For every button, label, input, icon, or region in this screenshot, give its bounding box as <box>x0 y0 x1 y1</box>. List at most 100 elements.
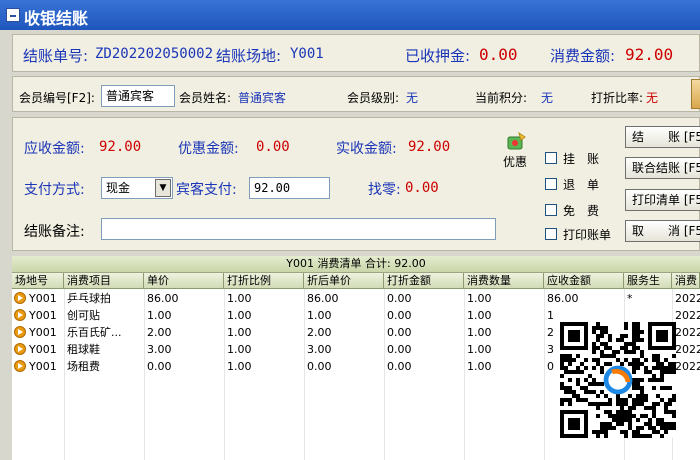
col-header-receivable[interactable]: 应收金额 <box>544 273 624 289</box>
cell-site: Y001 <box>29 292 57 305</box>
cell-discount-amount: 0.00 <box>387 343 412 356</box>
site-value: Y001 <box>290 46 324 62</box>
member-level-label: 会员级别: <box>347 91 400 105</box>
cell-consume-time: 2022 <box>675 360 700 373</box>
cell-discount-ratio: 1.00 <box>227 343 252 356</box>
bill-no-label: 结账单号: <box>23 47 89 65</box>
member-name-value: 普通宾客 <box>238 91 287 105</box>
cell-discount-ratio: 1.00 <box>227 309 252 322</box>
qr-code-icon <box>560 322 676 438</box>
receivable-label: 应收金额: <box>24 141 85 157</box>
header-panel: 结账单号: ZD202202050002 结账场地: Y001 已收押金: 0.… <box>12 34 700 72</box>
row-play-icon <box>14 360 26 372</box>
remark-label: 结账备注: <box>24 224 85 240</box>
window-menu-icon[interactable] <box>6 8 20 22</box>
cell-item: 创可贴 <box>67 309 100 322</box>
print-list-button[interactable]: 打印清单 [F5] <box>625 189 700 211</box>
pay-method-select[interactable]: 现金 ▼ <box>101 177 173 199</box>
col-header-item[interactable]: 消费项目 <box>64 273 144 289</box>
title-bar: 收银结账 <box>0 0 700 30</box>
cell-quantity: 1.00 <box>467 292 492 305</box>
col-header-consume-time[interactable]: 消费 <box>672 273 700 289</box>
window-title: 收银结账 <box>24 9 89 28</box>
actual-value: 92.00 <box>408 139 451 155</box>
cell-consume-time: 2022 <box>675 292 700 305</box>
col-header-price[interactable]: 单价 <box>144 273 224 289</box>
promo-icon[interactable] <box>505 131 527 151</box>
on-account-label: 挂 账 <box>563 152 600 166</box>
discount-rate-label: 打折比率: <box>591 91 644 105</box>
cell-site: Y001 <box>29 326 57 339</box>
cancel-button[interactable]: 取 消 [F5] <box>625 220 700 242</box>
free-checkbox[interactable] <box>545 204 557 216</box>
points-label: 当前积分: <box>475 91 528 105</box>
member-level-value: 无 <box>406 91 419 105</box>
cell-discounted-price: 1.00 <box>307 309 332 322</box>
row-play-icon <box>14 343 26 355</box>
cell-consume-time: 2022 <box>675 309 700 322</box>
site-label: 结账场地: <box>216 47 282 65</box>
cell-site: Y001 <box>29 309 57 322</box>
cell-price: 0.00 <box>147 360 172 373</box>
change-value: 0.00 <box>405 180 439 196</box>
cell-discount-ratio: 1.00 <box>227 326 252 339</box>
refund-checkbox[interactable] <box>545 178 557 190</box>
cell-price: 1.00 <box>147 309 172 322</box>
pay-method-label: 支付方式: <box>24 182 85 198</box>
member-side-button[interactable] <box>691 79 700 109</box>
cell-site: Y001 <box>29 360 57 373</box>
cell-discounted-price: 2.00 <box>307 326 332 339</box>
checkout-button[interactable]: 结 账 [F5] <box>625 126 700 148</box>
print-bill-label: 打印账单 <box>563 228 612 242</box>
row-play-icon <box>14 326 26 338</box>
row-play-icon <box>14 309 26 321</box>
member-id-label: 会员编号[F2]: <box>19 91 95 105</box>
cell-receivable: 86.00 <box>547 292 579 305</box>
cell-quantity: 1.00 <box>467 309 492 322</box>
cell-discount-amount: 0.00 <box>387 326 412 339</box>
promo-label[interactable]: 优惠 <box>503 153 527 170</box>
cell-price: 3.00 <box>147 343 172 356</box>
deposit-label: 已收押金: <box>405 47 471 65</box>
row-play-icon <box>14 292 26 304</box>
chevron-down-icon[interactable]: ▼ <box>155 179 171 197</box>
cell-site: Y001 <box>29 343 57 356</box>
cell-discounted-price: 3.00 <box>307 343 332 356</box>
payment-panel: 应收金额: 92.00 优惠金额: 0.00 实收金额: 92.00 支付方式:… <box>12 117 700 251</box>
on-account-checkbox[interactable] <box>545 152 557 164</box>
member-name-label: 会员姓名: <box>179 91 232 105</box>
cell-item: 乒乓球拍 <box>67 292 111 305</box>
joint-checkout-button[interactable]: 联合结账 [F5] <box>625 157 700 179</box>
col-header-quantity[interactable]: 消费数量 <box>464 273 544 289</box>
print-bill-checkbox[interactable] <box>545 228 557 240</box>
cell-quantity: 1.00 <box>467 326 492 339</box>
cell-price: 86.00 <box>147 292 179 305</box>
receivable-value: 92.00 <box>99 139 142 155</box>
member-id-field[interactable]: 普通宾客 <box>101 85 175 107</box>
deposit-value: 0.00 <box>479 45 518 64</box>
cell-discount-amount: 0.00 <box>387 360 412 373</box>
consume-label: 消费金额: <box>550 47 616 65</box>
consume-value: 92.00 <box>625 45 674 64</box>
cell-quantity: 1.00 <box>467 360 492 373</box>
remark-field[interactable] <box>101 218 496 240</box>
col-header-waiter[interactable]: 服务生 <box>624 273 672 289</box>
cell-discount-ratio: 1.00 <box>227 292 252 305</box>
grid-title: Y001 消费清单 合计: 92.00 <box>12 256 700 273</box>
points-value: 无 <box>541 91 554 105</box>
cell-item: 租球鞋 <box>67 343 100 356</box>
cell-item: 场租费 <box>67 360 100 373</box>
cell-consume-time: 2022 <box>675 326 700 339</box>
cell-discount-amount: 0.00 <box>387 292 412 305</box>
pay-method-value: 现金 <box>106 181 131 195</box>
col-header-discounted-price[interactable]: 折后单价 <box>304 273 384 289</box>
cell-discounted-price: 0.00 <box>307 360 332 373</box>
col-header-discount-amount[interactable]: 打折金额 <box>384 273 464 289</box>
change-label: 找零: <box>368 182 401 198</box>
guest-pay-field[interactable]: 92.00 <box>249 177 330 199</box>
bill-no-value: ZD202202050002 <box>95 46 214 62</box>
member-panel: 会员编号[F2]: 普通宾客 会员姓名: 普通宾客 会员级别: 无 当前积分: … <box>12 76 700 112</box>
col-header-site[interactable]: 场地号 <box>12 273 64 289</box>
col-header-discount-ratio[interactable]: 打折比例 <box>224 273 304 289</box>
actual-label: 实收金额: <box>336 141 397 157</box>
